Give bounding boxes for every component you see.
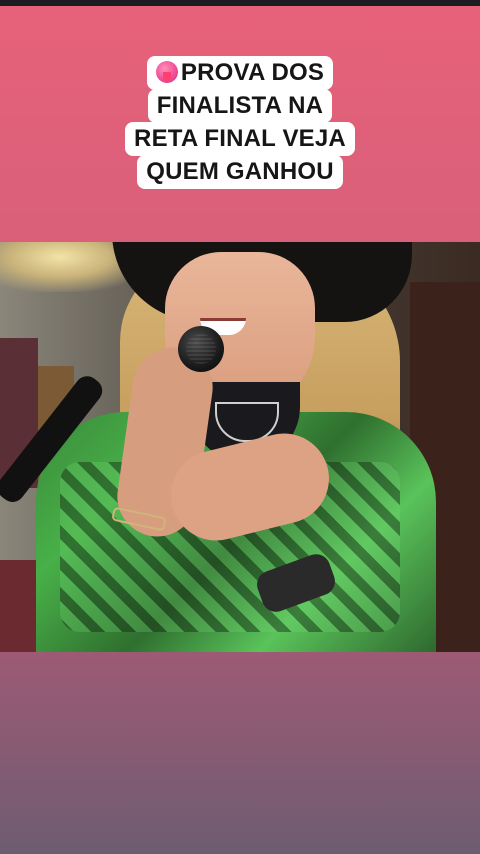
caption-line-2: FINALISTA NA: [147, 89, 333, 123]
tongue-emoji-icon: [155, 61, 178, 83]
microphone-grill: [186, 334, 216, 364]
caption-line-1-text: PROVA DOS: [180, 59, 325, 86]
caption-line-4: QUEM GANHOU: [137, 155, 343, 189]
caption-line-1: PROVA DOS: [146, 56, 334, 90]
video-frame[interactable]: [0, 242, 480, 652]
video-caption: PROVA DOS FINALISTA NA RETA FINAL VEJA Q…: [0, 56, 480, 189]
caption-line-3: RETA FINAL VEJA: [125, 122, 355, 156]
background-book: [0, 560, 40, 652]
status-strip: [0, 0, 480, 6]
story-screen: PROVA DOS FINALISTA NA RETA FINAL VEJA Q…: [0, 0, 480, 854]
bottom-background: [0, 652, 480, 854]
